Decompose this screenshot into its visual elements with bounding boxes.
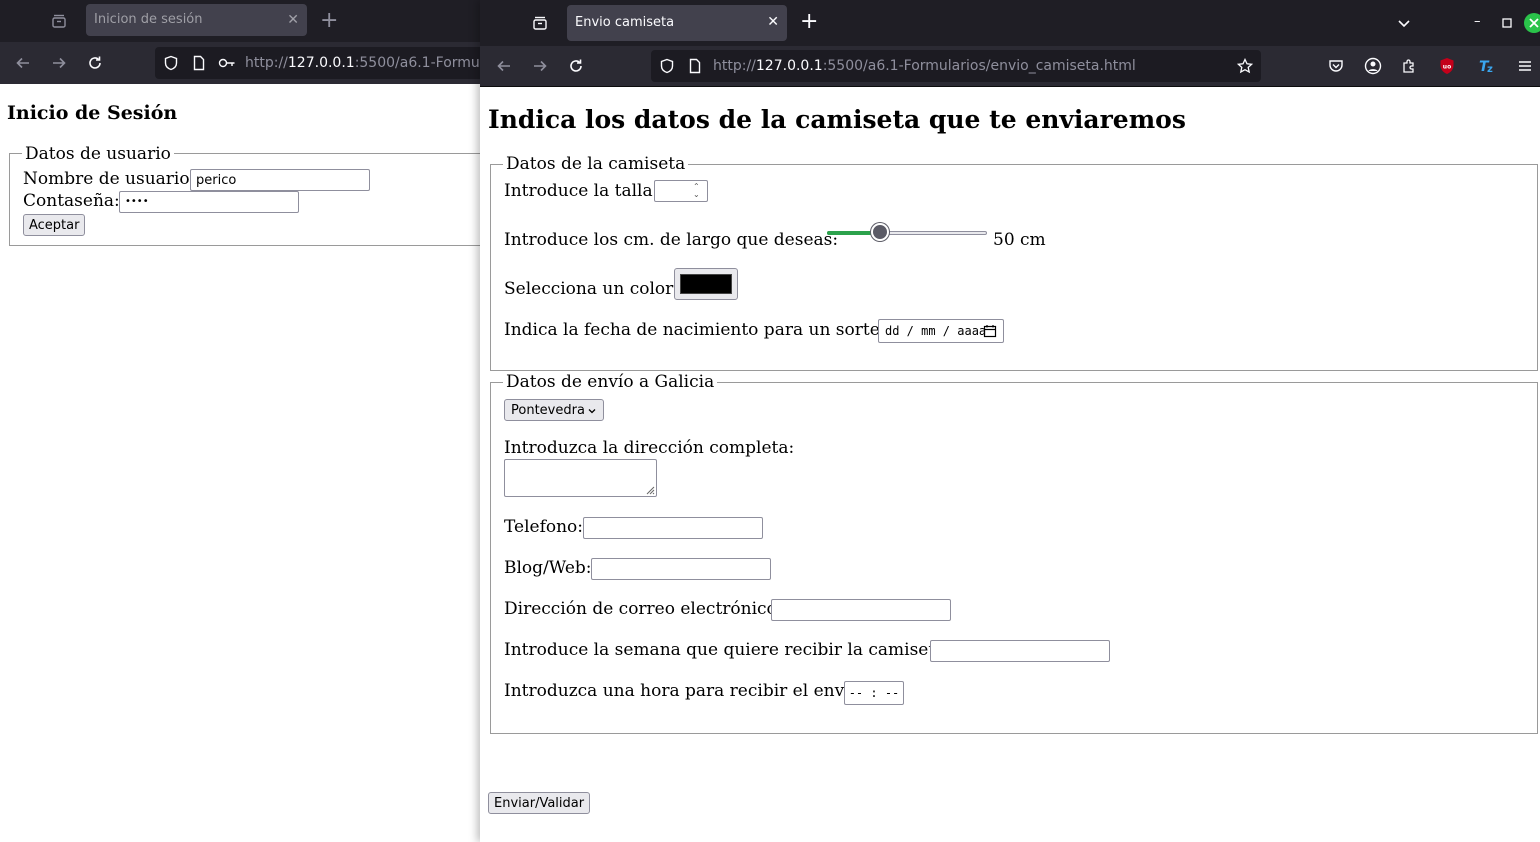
- page-title: Indica los datos de la camiseta que te e…: [488, 105, 1186, 134]
- color-swatch: [680, 274, 732, 294]
- size-number-input[interactable]: ⌃ ⌄: [654, 180, 708, 202]
- week-label: Introduce la semana que quiere recibir l…: [504, 640, 952, 660]
- shirt-form-page: Indica los datos de la camiseta que te e…: [480, 87, 1540, 842]
- close-tab-icon[interactable]: ✕: [767, 14, 779, 30]
- url-text: http://127.0.0.1:5500/a6.1-Formularios/e…: [713, 58, 1136, 74]
- length-slider[interactable]: [827, 223, 987, 243]
- color-label: Selecciona un color:: [504, 279, 679, 299]
- color-picker[interactable]: [674, 268, 738, 300]
- nav-toolbar: http://127.0.0.1:5500/a6.1-Formularios/e…: [480, 46, 1540, 87]
- blog-label: Blog/Web:: [504, 558, 592, 578]
- tab-strip: Envio camiseta ✕ + –: [480, 0, 1540, 46]
- date-placeholder: dd / mm / aaaa: [885, 324, 987, 338]
- birthdate-input[interactable]: dd / mm / aaaa: [878, 319, 1004, 343]
- page-icon[interactable]: [683, 54, 707, 78]
- phone-input[interactable]: [583, 517, 763, 539]
- user-data-fieldset: Datos de usuario Nombre de usuario: peri…: [9, 144, 509, 246]
- page-icon[interactable]: [187, 51, 211, 75]
- resize-grip-icon[interactable]: [646, 486, 655, 495]
- address-label: Introduzca la dirección completa:: [504, 438, 795, 458]
- province-select[interactable]: Pontevedra: [504, 399, 604, 421]
- week-input[interactable]: [930, 640, 1110, 662]
- length-output: 50 cm: [993, 230, 1046, 250]
- new-tab-icon[interactable]: +: [800, 11, 818, 33]
- tab-manager-icon[interactable]: [525, 8, 555, 38]
- svg-text:z: z: [1487, 64, 1493, 74]
- spin-arrows-icon[interactable]: ⌃ ⌄: [693, 183, 701, 199]
- fieldset-legend: Datos de usuario: [22, 144, 174, 164]
- address-bar[interactable]: http://127.0.0.1:5500/a6.1-Formularios/e…: [651, 50, 1261, 82]
- email-label: Dirección de correo electrónico:: [504, 599, 783, 619]
- svg-text:uo: uo: [1443, 64, 1451, 71]
- calendar-icon[interactable]: [983, 324, 997, 338]
- list-all-tabs-chevron-down-icon[interactable]: [1392, 11, 1416, 35]
- tab-title: Envio camiseta: [575, 15, 675, 30]
- blog-input[interactable]: [591, 558, 771, 580]
- shirt-data-fieldset: Datos de la camiseta Introduce la talla:…: [490, 154, 1538, 371]
- close-window-icon[interactable]: [1522, 11, 1540, 35]
- url-text: http://127.0.0.1:5500/a6.1-Formulario: [245, 55, 511, 71]
- maximize-icon[interactable]: [1495, 11, 1519, 35]
- phone-label: Telefono:: [504, 517, 584, 537]
- page-title: Inicio de Sesión: [7, 102, 178, 124]
- minimize-icon[interactable]: –: [1474, 14, 1481, 29]
- password-label: Contaseña:: [23, 191, 120, 211]
- province-selected: Pontevedra: [511, 403, 585, 418]
- bookmark-star-icon[interactable]: [1233, 54, 1257, 78]
- shirt-browser-window: Envio camiseta ✕ + – http://127.0.0.1:55…: [480, 0, 1540, 842]
- extensions-puzzle-icon[interactable]: [1397, 54, 1421, 78]
- hamburger-menu-icon[interactable]: [1513, 54, 1537, 78]
- username-label: Nombre de usuario:: [23, 169, 196, 189]
- account-icon[interactable]: [1361, 54, 1385, 78]
- shipping-fieldset: Datos de envío a Galicia Pontevedra Intr…: [490, 372, 1538, 734]
- back-arrow-icon[interactable]: [492, 54, 516, 78]
- length-label: Introduce los cm. de largo que deseas:: [504, 230, 839, 250]
- username-input[interactable]: perico: [190, 169, 370, 191]
- birthdate-label: Indica la fecha de nacimiento para un so…: [504, 320, 896, 340]
- reload-icon[interactable]: [83, 51, 107, 75]
- reload-icon[interactable]: [564, 54, 588, 78]
- tab-manager-icon[interactable]: [44, 6, 74, 36]
- pocket-icon[interactable]: [1324, 54, 1348, 78]
- key-icon[interactable]: [215, 51, 239, 75]
- shield-icon[interactable]: [159, 51, 183, 75]
- back-arrow-icon[interactable]: [11, 51, 35, 75]
- chevron-down-icon: [588, 409, 596, 414]
- tab-login[interactable]: Inicion de sesión ✕: [86, 4, 307, 36]
- accept-button[interactable]: Aceptar: [23, 214, 86, 236]
- close-tab-icon[interactable]: ✕: [287, 12, 299, 28]
- password-input[interactable]: ••••: [119, 191, 299, 213]
- translate-extension-icon[interactable]: Tz: [1475, 54, 1499, 78]
- new-tab-icon[interactable]: +: [320, 10, 338, 32]
- ublock-origin-icon[interactable]: uo: [1435, 54, 1459, 78]
- time-input[interactable]: -- : --: [844, 681, 904, 705]
- address-textarea[interactable]: [504, 459, 657, 497]
- fieldset-legend: Datos de la camiseta: [503, 154, 689, 174]
- email-input[interactable]: [771, 599, 951, 621]
- shield-icon[interactable]: [655, 54, 679, 78]
- forward-arrow-icon[interactable]: [528, 54, 552, 78]
- tab-title: Inicion de sesión: [94, 12, 203, 27]
- size-label: Introduce la talla:: [504, 181, 659, 201]
- tab-shirt[interactable]: Envio camiseta ✕: [567, 5, 787, 41]
- forward-arrow-icon[interactable]: [47, 51, 71, 75]
- slider-thumb[interactable]: [871, 223, 890, 241]
- fieldset-legend: Datos de envío a Galicia: [503, 372, 718, 392]
- submit-validate-button[interactable]: Enviar/Validar: [488, 792, 591, 814]
- time-label: Introduzca una hora para recibir el envi…: [504, 681, 860, 701]
